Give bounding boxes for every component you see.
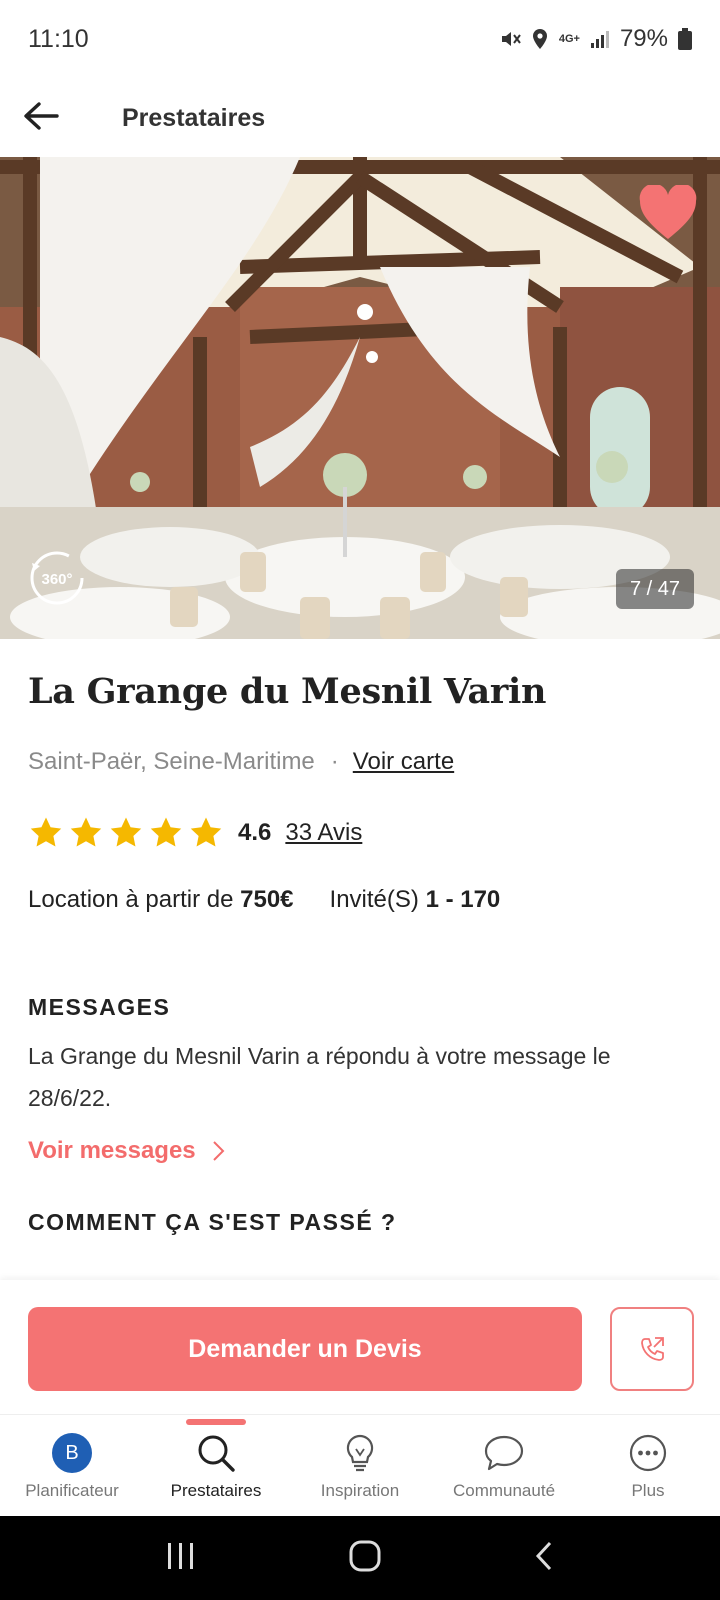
guests-value: 1 - 170 — [425, 885, 501, 913]
active-tab-indicator — [186, 1419, 246, 1425]
view-messages-label: Voir messages — [28, 1136, 196, 1164]
guests-label: Invité(S) — [329, 885, 419, 913]
avatar-icon: B — [52, 1433, 92, 1473]
photo-counter: 7 / 47 — [615, 569, 694, 609]
venue-details: La Grange du Mesnil Varin Saint-Paër, Se… — [0, 639, 720, 1236]
system-nav-bar — [0, 1516, 720, 1600]
recent-apps-button[interactable] — [164, 1541, 198, 1576]
status-bar: 11:10 4G+ 79% — [0, 0, 720, 78]
star-icon — [110, 816, 142, 846]
more-icon — [629, 1434, 667, 1472]
status-time: 11:10 — [28, 24, 89, 53]
price-label: Location à partir de — [28, 885, 234, 913]
star-icon — [30, 816, 62, 846]
nav-item-planificateur[interactable]: B Planificateur — [0, 1415, 144, 1517]
mute-icon — [499, 28, 521, 50]
status-icons: 4G+ 79% — [499, 25, 692, 53]
phone-outgoing-icon — [641, 1337, 664, 1361]
rating-row: 4.6 33 Avis — [28, 816, 692, 850]
system-back-button[interactable] — [532, 1539, 556, 1578]
star-rating — [28, 816, 224, 850]
back-button[interactable] — [0, 78, 86, 158]
messages-text: La Grange du Mesnil Varin a répondu à vo… — [28, 1042, 611, 1111]
search-icon — [198, 1435, 235, 1472]
venue-photo-carousel[interactable]: 360° 7 / 47 — [0, 157, 720, 639]
view-360-button[interactable]: 360° — [28, 549, 86, 607]
experience-title: COMMENT ÇA S'EST PASSÉ ? — [28, 1208, 397, 1235]
separator-dot: · — [330, 747, 339, 775]
favorite-button[interactable] — [638, 183, 698, 245]
venue-location: Saint-Paër, Seine-Maritime — [28, 747, 315, 775]
lightbulb-icon — [346, 1434, 374, 1472]
location-row: Saint-Paër, Seine-Maritime · Voir carte — [28, 748, 692, 776]
star-icon — [190, 816, 222, 846]
request-quote-button[interactable]: Demander un Devis — [28, 1307, 582, 1391]
reviews-link[interactable]: 33 Avis — [285, 819, 362, 847]
nav-label: Plus — [631, 1481, 665, 1500]
nav-item-plus[interactable]: Plus — [576, 1415, 720, 1517]
nav-item-communaute[interactable]: Communauté — [432, 1415, 576, 1517]
messages-title: MESSAGES — [28, 993, 171, 1020]
price-value: 750€ — [240, 885, 294, 913]
chevron-right-icon — [212, 1140, 225, 1161]
app-header: Prestataires — [0, 78, 720, 158]
nav-label: Inspiration — [320, 1481, 400, 1500]
nav-label: Prestataires — [170, 1481, 262, 1500]
star-icon — [150, 816, 182, 846]
chevron-left-icon — [535, 1541, 551, 1570]
nav-label: Communauté — [452, 1481, 556, 1500]
cta-bar: Demander un Devis — [0, 1280, 720, 1414]
battery-icon — [678, 28, 692, 50]
view-messages-link[interactable]: Voir messages — [28, 1137, 692, 1165]
nav-label: Planificateur — [25, 1481, 119, 1500]
price-row: Location à partir de 750€ Invité(S) 1 - … — [28, 886, 692, 914]
battery-level: 79% — [619, 25, 668, 52]
home-button[interactable] — [347, 1538, 383, 1579]
signal-icon — [590, 29, 610, 49]
pano-label: 360° — [41, 571, 72, 588]
call-button[interactable] — [610, 1307, 694, 1391]
star-icon — [70, 816, 102, 846]
bottom-nav: B Planificateur Prestataires Inspiration… — [0, 1414, 720, 1516]
nav-item-prestataires[interactable]: Prestataires — [144, 1415, 288, 1517]
arrow-left-icon — [23, 101, 59, 136]
map-link[interactable]: Voir carte — [353, 748, 454, 776]
page-title: Prestataires — [122, 103, 266, 132]
venue-name: La Grange du Mesnil Varin — [28, 671, 547, 712]
rotate-360-icon: 360° — [30, 551, 84, 605]
rating-value: 4.6 — [238, 818, 272, 846]
venue-photo — [0, 157, 720, 639]
heart-icon — [638, 183, 698, 245]
nav-item-inspiration[interactable]: Inspiration — [288, 1415, 432, 1517]
recent-apps-icon — [168, 1542, 194, 1569]
chat-bubble-icon — [484, 1435, 524, 1471]
location-icon — [531, 28, 549, 50]
network-label: 4G+ — [558, 33, 580, 45]
home-icon — [349, 1540, 381, 1571]
